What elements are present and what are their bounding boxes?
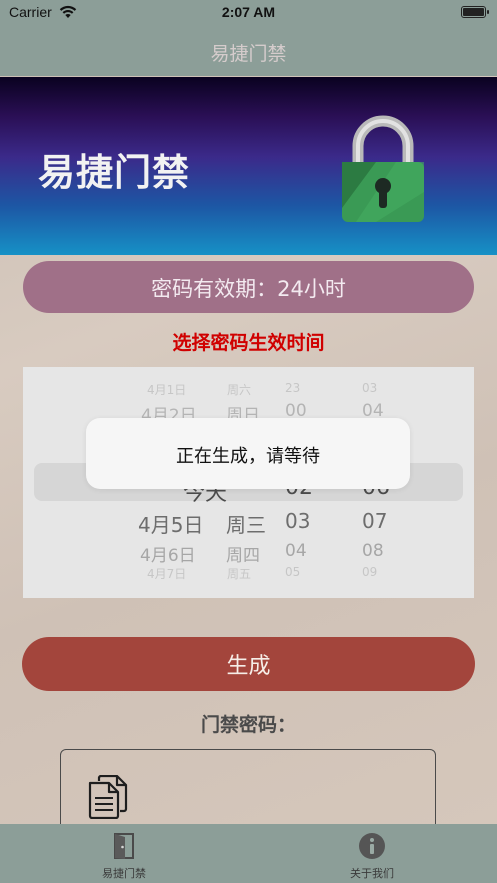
alert-message: 正在生成，请等待	[176, 446, 320, 467]
picker-weekday: 周五	[227, 567, 252, 581]
picker-date: 4月6日	[140, 546, 196, 566]
picker-hour: 03	[285, 509, 311, 533]
loading-alert: 正在生成，请等待	[86, 418, 410, 489]
picker-weekday: 周三	[226, 513, 266, 537]
picker-weekday: 周六	[227, 383, 252, 397]
battery-icon	[461, 6, 489, 18]
picker-minute: 08	[362, 541, 384, 561]
picker-hour: 23	[285, 381, 301, 395]
picker-minute: 07	[362, 509, 388, 533]
validity-text: 密码有效期：24小时	[151, 277, 346, 301]
picker-date: 4月1日	[147, 383, 187, 397]
tab-bar: 易捷门禁 关于我们	[0, 824, 497, 883]
validity-banner: 密码有效期：24小时	[23, 261, 474, 313]
password-label: 门禁密码：	[200, 714, 296, 736]
picker-minute: 03	[362, 381, 378, 395]
picker-weekday: 周四	[226, 546, 260, 566]
generate-button[interactable]: 生成	[22, 637, 475, 691]
lock-icon	[342, 115, 424, 222]
copy-icon[interactable]	[88, 775, 128, 819]
door-icon	[114, 833, 134, 859]
picker-hour: 05	[285, 565, 301, 579]
tab-label: 易捷门禁	[102, 867, 146, 880]
banner-title: 易捷门禁	[38, 151, 190, 194]
picker-minute: 09	[362, 565, 378, 579]
tab-home[interactable]: 易捷门禁	[0, 824, 248, 883]
select-time-label: 选择密码生效时间	[172, 332, 325, 354]
status-bar: Carrier 2:07 AM	[0, 0, 497, 28]
generate-button-label: 生成	[226, 654, 271, 679]
nav-bar: 易捷门禁	[0, 28, 497, 76]
tab-about[interactable]: 关于我们	[248, 824, 496, 883]
nav-title: 易捷门禁	[210, 43, 287, 65]
picker-date: 4月5日	[138, 513, 204, 537]
status-time: 2:07 AM	[221, 4, 276, 20]
picker-hour: 04	[285, 541, 307, 561]
picker-date: 4月7日	[147, 567, 187, 581]
tab-label: 关于我们	[350, 867, 394, 880]
header-banner: 易捷门禁	[0, 77, 497, 255]
info-icon	[359, 833, 385, 859]
